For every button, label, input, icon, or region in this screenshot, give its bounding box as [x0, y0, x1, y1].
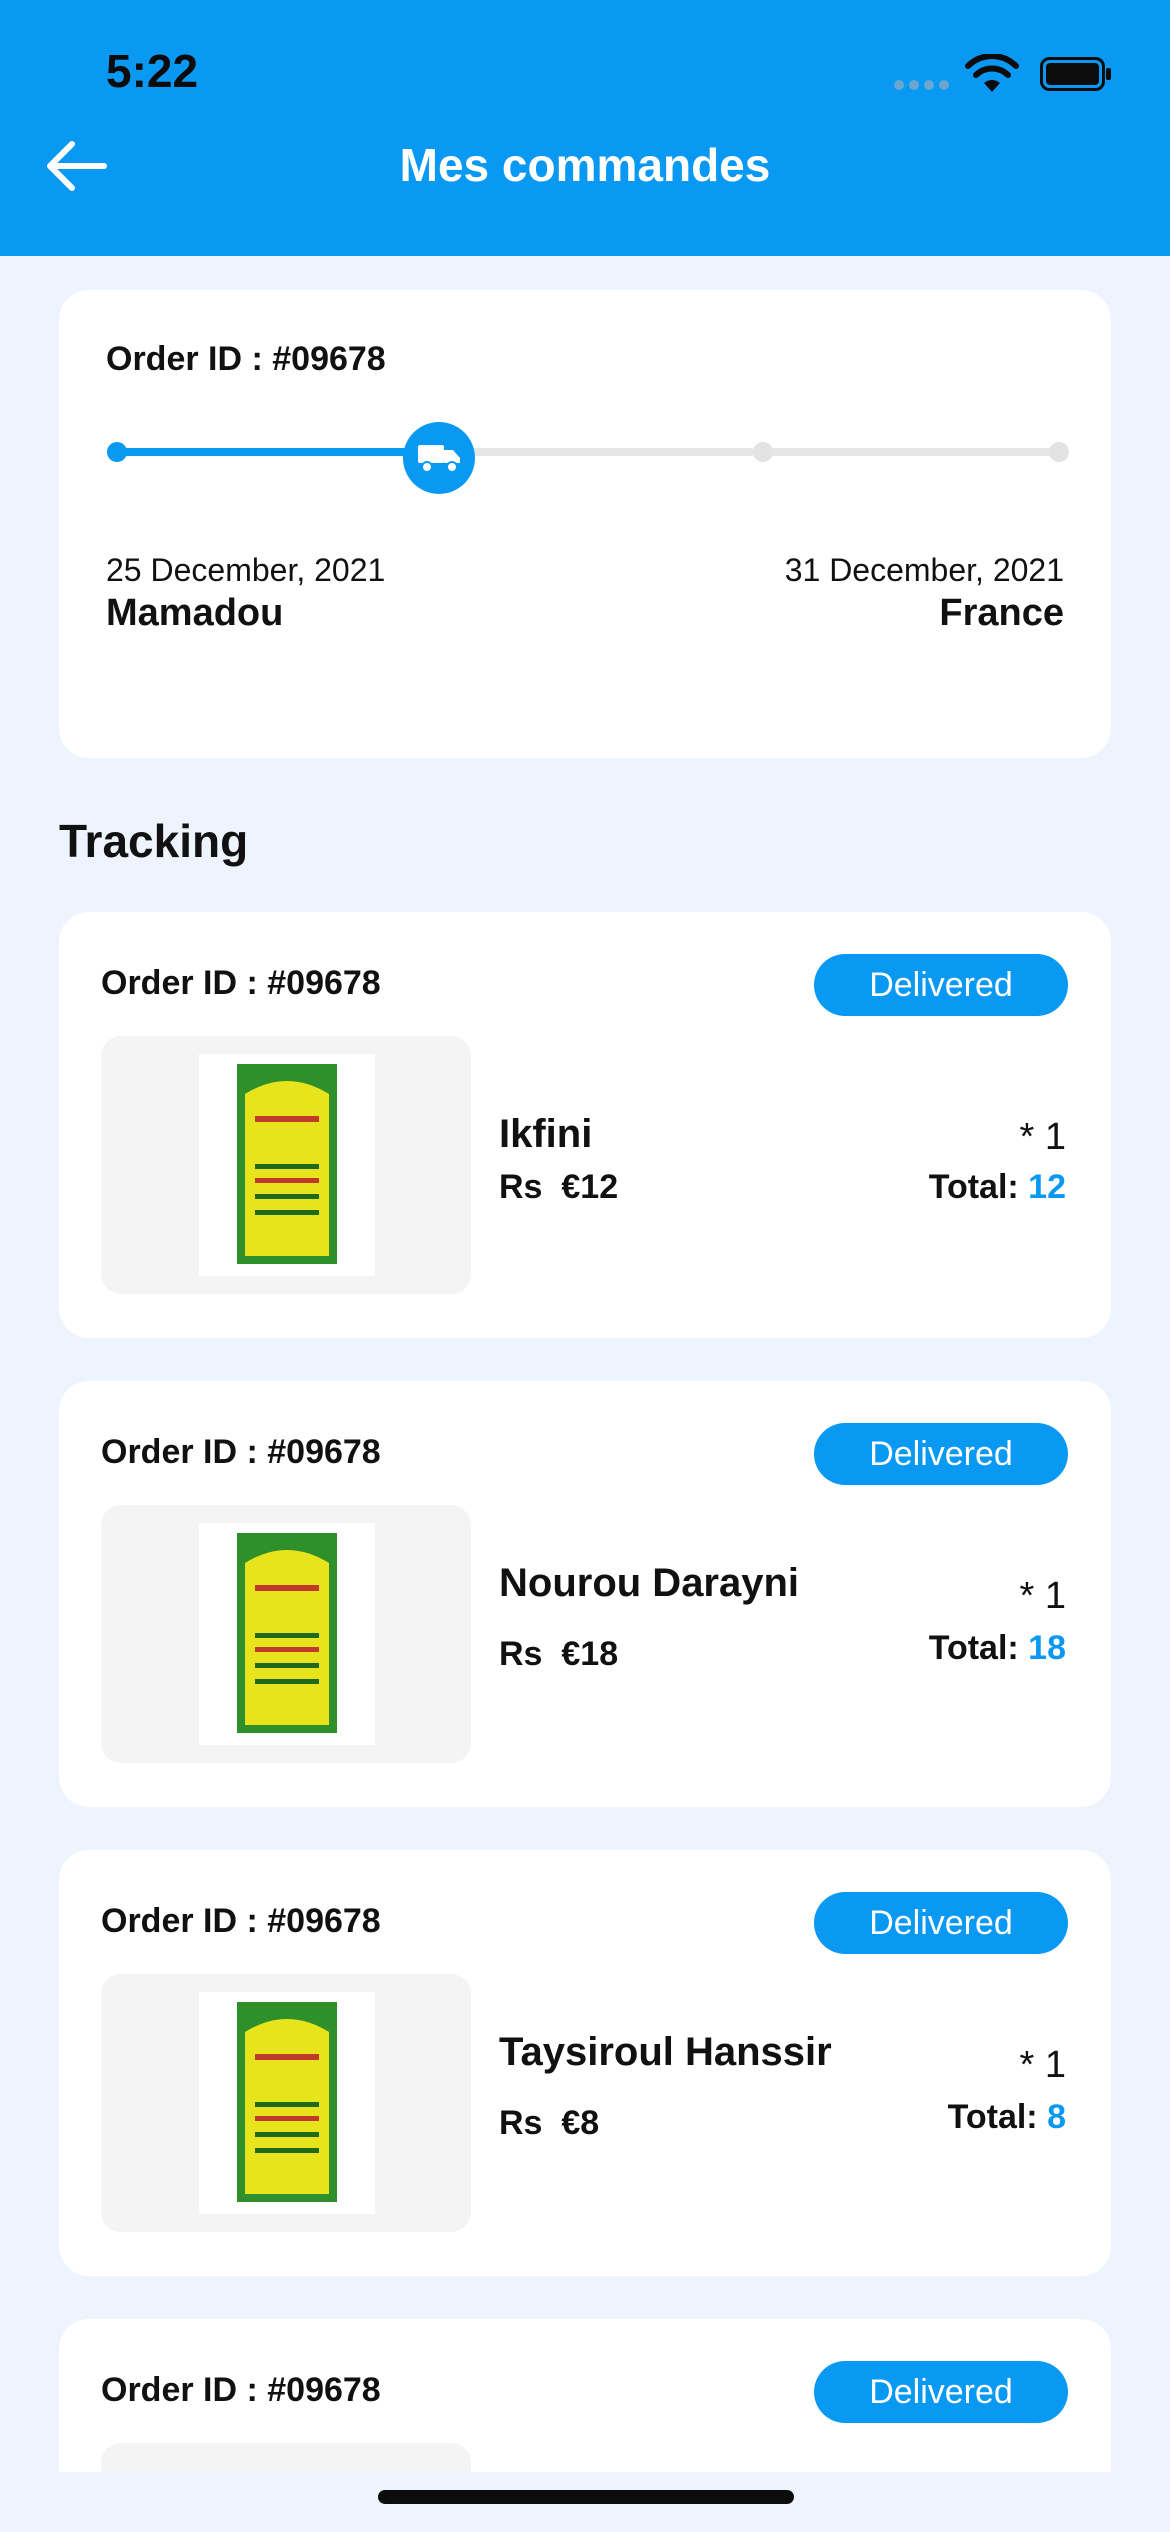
book-cover-image: [199, 1992, 375, 2214]
price-value: €12: [561, 1168, 619, 1206]
quantity: * 1: [1019, 1116, 1066, 1158]
truck-node: [403, 422, 475, 494]
order-id: Order ID : #09678: [101, 1433, 381, 1471]
order-card[interactable]: Order ID : #09678 Delivered Ikfini Rs €1…: [59, 912, 1111, 1338]
order-card[interactable]: Order ID : #09678 Delivered Taysiroul Ha…: [59, 1850, 1111, 2276]
page-title: Mes commandes: [399, 139, 771, 191]
product-name: Nourou Darayni: [499, 1561, 800, 1605]
status-badge: Delivered: [814, 1892, 1068, 1954]
product-price: Rs €18: [499, 1635, 618, 1674]
status-icons: [894, 54, 1114, 94]
order-total: Total: 18: [929, 1629, 1066, 1668]
total-value: 18: [1028, 1629, 1066, 1667]
total-label: Total:: [928, 1629, 1019, 1667]
wifi-icon: [965, 54, 1019, 92]
progress-dot-end: [1049, 442, 1069, 462]
home-indicator[interactable]: [378, 2490, 794, 2504]
product-name: Ikfini: [499, 1112, 593, 1156]
section-title: Tracking: [59, 815, 249, 867]
order-total: Total: 8: [948, 2098, 1066, 2137]
price-label: Rs: [499, 1635, 543, 1673]
order-total: Total: 12: [929, 1168, 1066, 1207]
app-header: 5:22 Mes commandes: [0, 0, 1170, 256]
price-label: Rs: [499, 1168, 543, 1206]
total-value: 12: [1028, 1168, 1066, 1206]
end-place: France: [939, 592, 1064, 634]
start-date: 25 December, 2021: [106, 552, 386, 588]
total-label: Total:: [928, 1168, 1019, 1206]
quantity: * 1: [1019, 1575, 1066, 1617]
product-thumbnail: [101, 1974, 471, 2232]
book-cover-image: [199, 1054, 375, 1276]
order-id: Order ID : #09678: [101, 1902, 381, 1940]
product-name: Taysiroul Hanssir: [499, 2030, 832, 2074]
price-label: Rs: [499, 2104, 543, 2142]
order-id: Order ID : #09678: [101, 2371, 381, 2409]
total-label: Total:: [947, 2098, 1038, 2136]
progress-pending: [467, 448, 755, 456]
status-badge: Delivered: [814, 954, 1068, 1016]
status-badge: Delivered: [814, 1423, 1068, 1485]
product-price: Rs €12: [499, 1168, 618, 1207]
truck-icon: [418, 445, 460, 473]
progress-pending: [769, 448, 1059, 456]
order-card[interactable]: Order ID : #09678 Delivered Nourou Daray…: [59, 1381, 1111, 1807]
order-id: Order ID : #09678: [106, 340, 386, 378]
end-date: 31 December, 2021: [784, 552, 1064, 588]
product-thumbnail: [101, 1036, 471, 1294]
status-time: 5:22: [106, 45, 199, 97]
order-id: Order ID : #09678: [101, 964, 381, 1002]
price-value: €18: [561, 1635, 619, 1673]
total-value: 8: [1047, 2098, 1066, 2136]
order-summary-card: Order ID : #09678 25 December, 2021 Mama…: [59, 290, 1111, 758]
product-price: Rs €8: [499, 2104, 599, 2143]
signal-icon: [894, 80, 950, 90]
status-badge: Delivered: [814, 2361, 1068, 2423]
price-value: €8: [561, 2104, 600, 2142]
product-thumbnail: [101, 1505, 471, 1763]
progress-done: [115, 448, 431, 456]
book-cover-image: [199, 1523, 375, 1745]
progress-dot-mid: [753, 442, 773, 462]
progress-dot-start: [107, 442, 127, 462]
start-place: Mamadou: [106, 592, 284, 634]
quantity: * 1: [1019, 2044, 1066, 2086]
battery-icon: [1040, 57, 1111, 91]
shipment-progress: [107, 422, 1069, 494]
